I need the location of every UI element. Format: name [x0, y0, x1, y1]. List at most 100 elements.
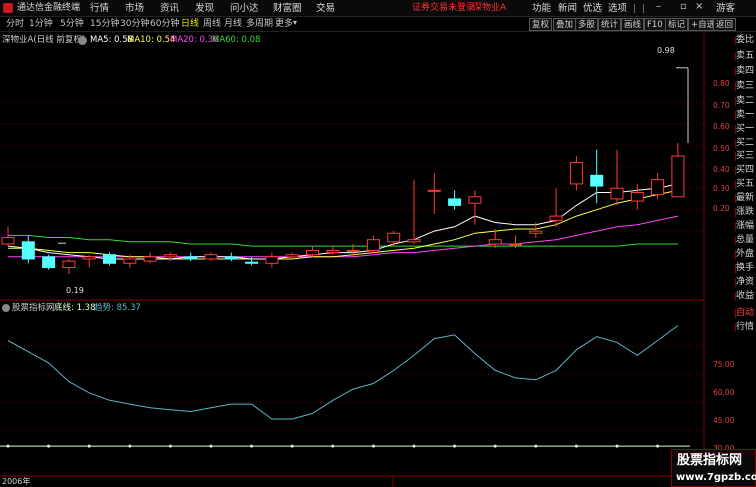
trend-line — [7, 325, 679, 420]
candle-body — [306, 249, 319, 256]
candle-body — [488, 239, 502, 245]
candle-body — [630, 191, 644, 202]
tab-sell4[interactable]: 卖四 — [735, 67, 756, 76]
bottom-dot — [209, 444, 213, 448]
tab-buy4[interactable]: 买四 — [735, 166, 756, 175]
tab-net-asset[interactable]: 净资 — [735, 278, 756, 287]
candle-body — [366, 239, 380, 251]
bottom-dot — [493, 444, 497, 448]
price-tick-label: 0.30 — [713, 184, 730, 193]
tab-volume[interactable]: 总量 — [735, 236, 756, 245]
candle-body — [103, 254, 116, 264]
bottom-dot — [250, 444, 254, 448]
stock-chart-app: { "app": {"title": "通达信金融终端"}, "menus": … — [0, 0, 756, 487]
bottom-dot — [290, 444, 294, 448]
price-markers — [58, 67, 689, 244]
tab-change-pct[interactable]: 涨幅 — [735, 222, 756, 231]
watermark-url: www.7gpzb.com — [676, 472, 756, 483]
tab-change[interactable]: 涨跌 — [735, 208, 756, 217]
candle-body — [671, 155, 685, 198]
candle-body — [184, 256, 198, 260]
candle-body — [123, 258, 137, 264]
candle-body — [224, 256, 238, 260]
indicator-tick-label: 60.00 — [713, 388, 735, 397]
price-tick-label: 0.50 — [713, 144, 730, 153]
candle-body — [204, 254, 218, 260]
tab-buy3[interactable]: 买三 — [735, 152, 756, 161]
indicator-gridlines — [0, 345, 704, 431]
price-tick-label: 0.20 — [713, 204, 730, 213]
bottom-dot — [574, 444, 578, 448]
ma20-line — [8, 215, 679, 258]
candle-body — [387, 232, 401, 243]
watermark: 股票指标网 www.7gpzb.com — [671, 449, 756, 487]
candle-body — [245, 261, 259, 264]
bottom-dot — [412, 444, 416, 448]
tab-sell3[interactable]: 卖三 — [735, 82, 756, 91]
tab-buy1[interactable]: 买一 — [735, 125, 756, 134]
indicator-settings-icon[interactable] — [2, 304, 10, 312]
candle-body — [21, 241, 35, 260]
bottom-dot — [453, 444, 457, 448]
candle-body — [285, 254, 299, 258]
bottom-dot — [47, 444, 51, 448]
candle-body — [651, 179, 665, 196]
candle-body — [569, 161, 583, 185]
candle-body — [143, 256, 157, 262]
watermark-title: 股票指标网 — [677, 453, 743, 468]
candle-body — [610, 187, 624, 200]
high-price-label: 0.98 — [657, 46, 675, 55]
tab-outer[interactable]: 外盘 — [735, 250, 756, 259]
bottom-dot — [371, 444, 375, 448]
tab-sell5[interactable]: 卖五 — [735, 52, 756, 61]
tab-sell1[interactable]: 卖一 — [735, 111, 756, 120]
bottom-dot — [534, 444, 538, 448]
indicator-tick-label: 45.00 — [713, 416, 735, 425]
tab-buy2[interactable]: 买二 — [735, 139, 756, 148]
tab-latest[interactable]: 最新 — [735, 194, 756, 203]
candle-body — [448, 198, 462, 206]
candle-body — [590, 174, 604, 187]
candle-body — [62, 260, 76, 269]
ma10-line — [8, 189, 679, 260]
candle-body — [326, 249, 340, 254]
price-tick-label: 0.80 — [713, 79, 730, 88]
ma-lines — [7, 183, 679, 260]
candle-body — [407, 239, 421, 243]
candles — [1, 143, 685, 274]
bottom-dot — [128, 444, 132, 448]
tab-eps[interactable]: 收益 — [735, 292, 756, 301]
tab-quote[interactable]: 行情 — [735, 323, 756, 332]
tab-weibi[interactable]: 委比 — [735, 36, 756, 45]
ma60-line — [8, 234, 678, 247]
bottom-dot — [331, 444, 335, 448]
candle-body — [509, 243, 522, 246]
indicator-bottom-label: 底线: 1.38 — [54, 303, 96, 313]
candle-body — [549, 215, 563, 221]
ma5-line — [7, 183, 679, 260]
bottom-dot — [87, 444, 91, 448]
tab-buy5[interactable]: 买五 — [735, 180, 756, 189]
candle-body — [82, 256, 96, 260]
candle-body — [468, 196, 482, 204]
indicator-name[interactable]: 股票指标网 — [12, 304, 55, 313]
bottom-dot — [168, 444, 172, 448]
candle-body — [529, 230, 543, 234]
price-tick-label: 0.60 — [713, 122, 730, 131]
candle-body — [42, 256, 56, 269]
candle-body — [1, 237, 15, 245]
main-gridlines — [0, 101, 704, 232]
tab-auto[interactable]: 自动 — [735, 309, 756, 318]
date-label: 2006年 — [2, 477, 31, 486]
bottom-dot — [615, 444, 619, 448]
candle-body — [265, 256, 279, 264]
bottom-dot — [6, 444, 10, 448]
tab-sell2[interactable]: 卖二 — [735, 97, 756, 106]
tab-turnover[interactable]: 换手 — [735, 264, 756, 273]
price-tick-label: 0.40 — [713, 165, 730, 174]
chart-canvas[interactable] — [0, 0, 756, 487]
price-tick-label: 0.70 — [713, 101, 730, 110]
bottom-dot — [656, 444, 660, 448]
indicator-lines — [0, 325, 690, 448]
candle-body — [427, 189, 441, 192]
